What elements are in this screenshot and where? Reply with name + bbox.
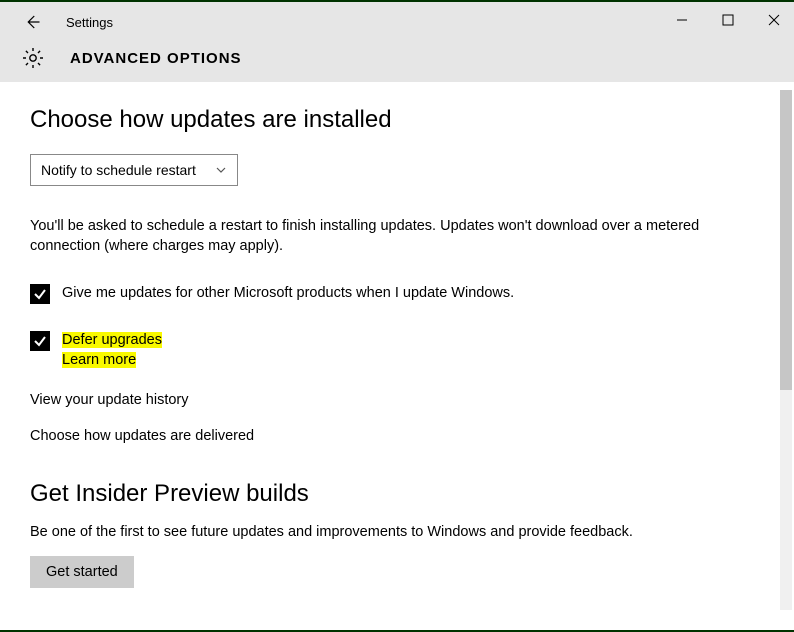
titlebar-top: Settings — [10, 2, 784, 38]
checkbox-other-products[interactable] — [30, 284, 50, 304]
back-button[interactable] — [18, 8, 46, 36]
checkbox-defer-upgrades[interactable] — [30, 331, 50, 351]
close-button[interactable] — [760, 8, 788, 32]
content-area: Choose how updates are installed Notify … — [0, 82, 794, 630]
scrollbar-thumb[interactable] — [780, 90, 792, 390]
learn-more-link[interactable]: Learn more — [62, 352, 136, 368]
install-mode-dropdown[interactable]: Notify to schedule restart — [30, 154, 238, 186]
page-title: ADVANCED OPTIONS — [70, 50, 242, 67]
maximize-button[interactable] — [714, 8, 742, 32]
link-update-history[interactable]: View your update history — [30, 392, 764, 408]
checkbox-defer-label: Defer upgrades — [62, 332, 162, 348]
updates-description: You'll be asked to schedule a restart to… — [30, 216, 750, 257]
arrow-left-icon — [23, 13, 41, 31]
get-started-button[interactable]: Get started — [30, 556, 134, 588]
minimize-icon — [676, 14, 688, 26]
section-heading-updates: Choose how updates are installed — [30, 106, 764, 134]
checkbox-defer-label-wrap: Defer upgrades Learn more — [62, 330, 162, 371]
titlebar: Settings ADVANCED OPTIONS — [0, 2, 794, 82]
checkbox-row-other-products: Give me updates for other Microsoft prod… — [30, 283, 764, 304]
checkbox-row-defer: Defer upgrades Learn more — [30, 330, 764, 371]
chevron-down-icon — [215, 164, 227, 176]
window-controls — [668, 8, 788, 32]
titlebar-sub: ADVANCED OPTIONS — [10, 38, 784, 78]
gear-icon — [20, 45, 46, 71]
maximize-icon — [722, 14, 734, 26]
close-icon — [768, 14, 780, 26]
link-updates-delivered[interactable]: Choose how updates are delivered — [30, 428, 764, 444]
section-heading-insider: Get Insider Preview builds — [30, 480, 764, 508]
check-icon — [33, 287, 47, 301]
minimize-button[interactable] — [668, 8, 696, 32]
dropdown-value: Notify to schedule restart — [41, 162, 196, 178]
insider-description: Be one of the first to see future update… — [30, 522, 750, 542]
checkbox-other-products-label: Give me updates for other Microsoft prod… — [62, 283, 514, 303]
app-title: Settings — [66, 15, 113, 30]
check-icon — [33, 334, 47, 348]
